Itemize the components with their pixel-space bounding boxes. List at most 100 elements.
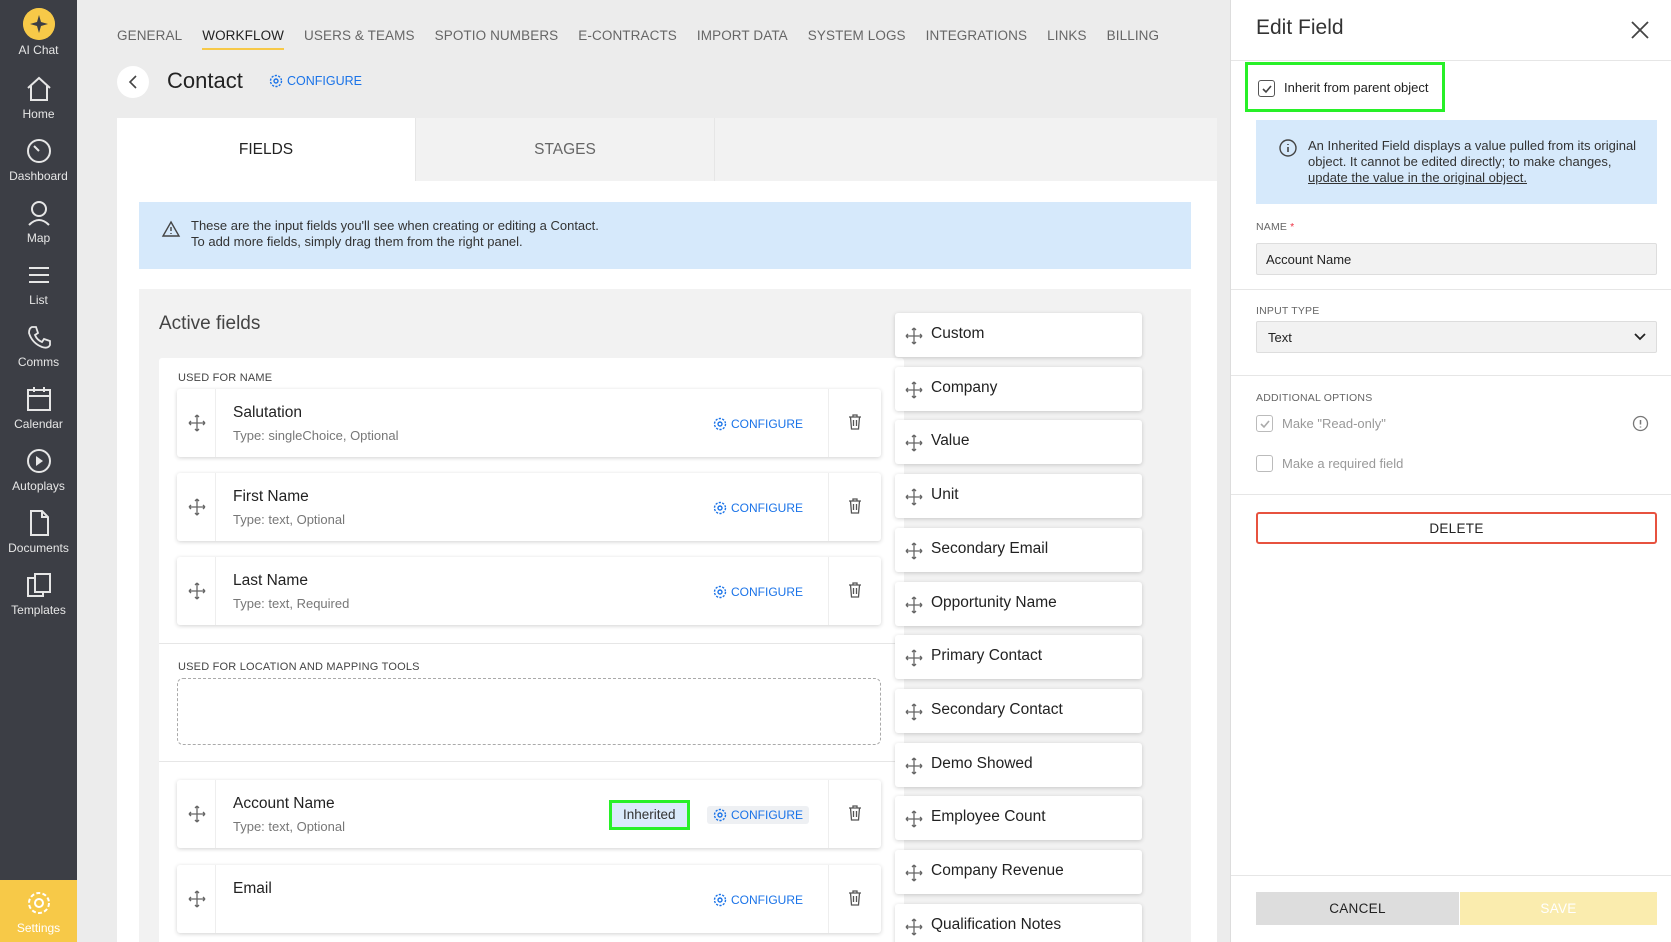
nav-list[interactable]: List: [0, 252, 77, 314]
available-field-item[interactable]: Qualification Notes: [895, 903, 1142, 942]
location-drop-zone[interactable]: [177, 678, 881, 745]
nav-comms[interactable]: Comms: [0, 314, 77, 376]
tab-links[interactable]: LINKS: [1047, 28, 1087, 50]
available-field-item[interactable]: Unit: [895, 474, 1142, 519]
configure-field-button[interactable]: CONFIGURE: [707, 891, 809, 909]
configure-field-button[interactable]: CONFIGURE: [707, 806, 809, 824]
available-field-item[interactable]: Demo Showed: [895, 742, 1142, 787]
cancel-button[interactable]: CANCEL: [1256, 892, 1459, 925]
tab-workflow[interactable]: WORKFLOW: [202, 28, 285, 50]
nav-ai-chat[interactable]: AI Chat: [0, 0, 77, 62]
available-field-label: Company Revenue: [931, 862, 1064, 879]
delete-field-button[interactable]: [828, 780, 881, 848]
nav-calendar[interactable]: Calendar: [0, 376, 77, 438]
nav-documents[interactable]: Documents: [0, 500, 77, 562]
move-icon: [905, 381, 923, 399]
nav-home[interactable]: Home: [0, 66, 77, 128]
checkmark-icon: [1259, 419, 1270, 428]
read-only-label: Make "Read-only": [1282, 416, 1386, 431]
back-button[interactable]: [117, 66, 149, 98]
tab-import-data[interactable]: IMPORT DATA: [697, 28, 788, 50]
tab-fields[interactable]: FIELDS: [117, 118, 416, 181]
gear-icon: [713, 893, 727, 907]
group-label-location: USED FOR LOCATION AND MAPPING TOOLS: [178, 661, 420, 673]
field-name: Last Name: [233, 572, 308, 589]
name-label: NAME *: [1256, 221, 1294, 233]
configure-object-button[interactable]: CONFIGURE: [269, 74, 362, 88]
required-checkbox[interactable]: [1256, 455, 1273, 472]
divider: [1231, 60, 1671, 61]
available-field-item[interactable]: Primary Contact: [895, 635, 1142, 680]
document-icon: [29, 510, 49, 536]
nav-label: Home: [22, 107, 55, 121]
field-type: Type: text, Optional: [233, 512, 346, 527]
nav-label: Templates: [11, 603, 66, 617]
additional-options-label: ADDITIONAL OPTIONS: [1256, 392, 1373, 404]
drag-handle[interactable]: [177, 473, 216, 541]
group-label-name: USED FOR NAME: [178, 372, 273, 384]
nav-autoplays[interactable]: Autoplays: [0, 438, 77, 500]
active-fields-list: USED FOR NAME Salutation Type: singleCho…: [159, 358, 904, 942]
available-field-item[interactable]: Company Revenue: [895, 850, 1142, 894]
tab-e-contracts[interactable]: E-CONTRACTS: [578, 28, 677, 50]
tab-stages[interactable]: STAGES: [416, 118, 715, 181]
available-field-label: Primary Contact: [931, 647, 1043, 665]
available-field-label: Employee Count: [931, 808, 1046, 826]
move-icon: [188, 890, 206, 908]
save-button[interactable]: SAVE: [1460, 892, 1657, 925]
delete-field-button[interactable]: [828, 473, 881, 541]
field-row-salutation: Salutation Type: singleChoice, Optional …: [177, 389, 881, 457]
delete-field-button[interactable]: DELETE: [1256, 512, 1657, 544]
configure-field-button[interactable]: CONFIGURE: [707, 583, 809, 601]
nav-templates[interactable]: Templates: [0, 562, 77, 624]
drag-handle[interactable]: [177, 389, 216, 457]
move-icon: [905, 918, 923, 936]
read-only-checkbox[interactable]: [1256, 415, 1273, 432]
available-field-item[interactable]: Value: [895, 420, 1142, 465]
close-button[interactable]: [1628, 18, 1652, 42]
divider: [1231, 875, 1671, 876]
active-fields-title: Active fields: [159, 313, 261, 334]
available-field-item[interactable]: Custom: [895, 313, 1142, 357]
available-field-item[interactable]: Employee Count: [895, 796, 1142, 841]
trash-icon: [849, 805, 861, 821]
delete-field-button[interactable]: [828, 557, 881, 625]
configure-field-button[interactable]: CONFIGURE: [707, 415, 809, 433]
settings-tab-bar: GENERAL WORKFLOW USERS & TEAMS SPOTIO NU…: [117, 28, 1179, 50]
drag-handle[interactable]: [177, 865, 216, 933]
available-field-item[interactable]: Secondary Contact: [895, 688, 1142, 733]
field-type: Type: singleChoice, Optional: [233, 428, 399, 443]
available-field-item[interactable]: Opportunity Name: [895, 581, 1142, 626]
tab-users-teams[interactable]: USERS & TEAMS: [304, 28, 415, 50]
page-title: Contact: [167, 68, 243, 93]
input-type-select[interactable]: Text: [1256, 321, 1657, 353]
nav-map[interactable]: Map: [0, 190, 77, 252]
available-field-item[interactable]: Company: [895, 366, 1142, 411]
tab-integrations[interactable]: INTEGRATIONS: [926, 28, 1027, 50]
move-icon: [905, 434, 923, 452]
tab-billing[interactable]: BILLING: [1107, 28, 1159, 50]
nav-label: Dashboard: [9, 169, 68, 183]
inherit-checkbox[interactable]: [1258, 80, 1275, 97]
field-name: Account Name: [233, 795, 335, 812]
nav-dashboard[interactable]: Dashboard: [0, 128, 77, 190]
delete-field-button[interactable]: [828, 389, 881, 457]
tab-spotio-numbers[interactable]: SPOTIO NUMBERS: [435, 28, 559, 50]
name-input[interactable]: [1256, 243, 1657, 275]
delete-field-button[interactable]: [828, 865, 881, 933]
original-object-link[interactable]: update the value in the original object.: [1308, 170, 1527, 185]
drag-handle[interactable]: [177, 780, 216, 848]
phone-icon: [27, 326, 51, 349]
play-icon: [26, 449, 51, 473]
move-icon: [905, 649, 923, 667]
tab-general[interactable]: GENERAL: [117, 28, 182, 50]
drag-handle[interactable]: [177, 557, 216, 625]
nav-label: AI Chat: [18, 43, 59, 57]
field-row-account-name: Account Name Type: text, Optional Inheri…: [177, 780, 881, 848]
nav-settings[interactable]: Settings: [0, 880, 77, 942]
banner-line-1: These are the input fields you'll see wh…: [191, 218, 599, 233]
configure-field-button[interactable]: CONFIGURE: [707, 499, 809, 517]
read-only-help[interactable]: [1632, 415, 1649, 437]
tab-system-logs[interactable]: SYSTEM LOGS: [808, 28, 906, 50]
available-field-item[interactable]: Secondary Email: [895, 527, 1142, 572]
